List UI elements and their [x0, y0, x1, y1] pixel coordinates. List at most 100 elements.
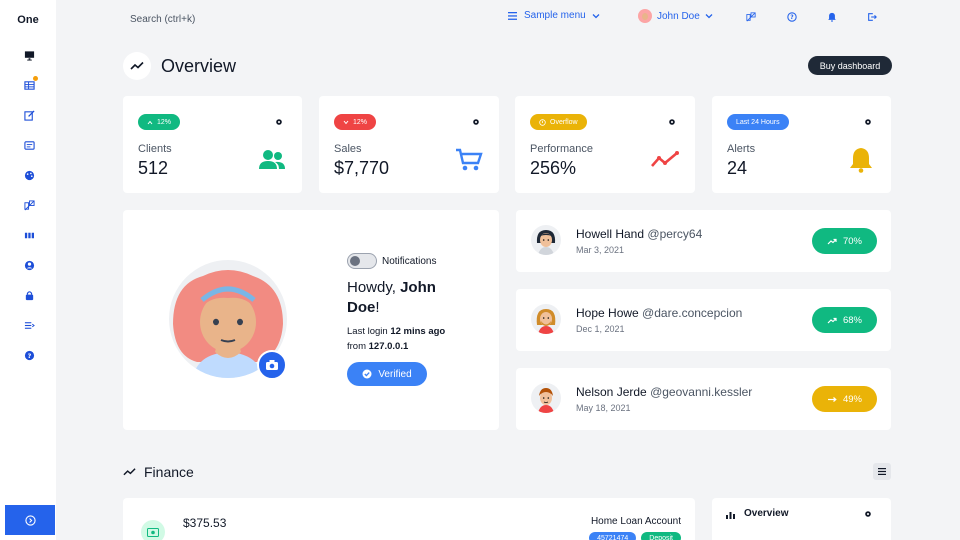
sidebar-item-about[interactable]: ? [18, 345, 40, 365]
trend-icon [123, 468, 136, 476]
last-login-prefix: Last login [347, 326, 391, 337]
sidebar-item-profile[interactable] [18, 255, 40, 275]
stat-label: Clients [138, 143, 172, 155]
chevron-down-icon [592, 13, 600, 18]
buy-dashboard-button[interactable]: Buy dashboard [808, 56, 892, 75]
gear-icon [669, 119, 675, 125]
sidebar-item-tables[interactable] [18, 75, 40, 95]
sidebar-item-ui[interactable] [18, 135, 40, 155]
avatar [638, 9, 652, 23]
arrow-right-icon [827, 396, 837, 402]
sidebar-item-pages[interactable] [18, 225, 40, 245]
logout-button[interactable] [866, 11, 878, 23]
sidebar-item-dropdown[interactable] [18, 315, 40, 335]
topbar: Sample menu John Doe ? [56, 0, 960, 36]
svg-text:?: ? [790, 15, 793, 21]
account-number-chip: 45721474 [589, 532, 637, 540]
camera-icon [266, 360, 278, 370]
person-date: Dec 1, 2021 [576, 324, 625, 334]
trending-up-icon [827, 238, 837, 244]
person-name-line: Hope Howe @dare.concepcion [576, 306, 742, 320]
columns-icon [24, 232, 34, 238]
gear-icon [865, 119, 871, 125]
trending-up-icon [827, 317, 837, 323]
chevron-down-icon [705, 14, 713, 19]
stat-card-alerts: Last 24 Hours Alerts 24 [712, 96, 891, 193]
sidebar-item-dashboard[interactable] [18, 45, 40, 65]
notification-dot [33, 76, 38, 81]
sidebar-item-login[interactable] [18, 285, 40, 305]
help-button[interactable]: ? [786, 11, 798, 23]
palette-icon [24, 170, 34, 180]
card-settings-button[interactable] [270, 114, 288, 130]
trend-badge: Overflow [530, 114, 587, 130]
stat-card-performance: Overflow Performance 256% [515, 96, 695, 193]
section-title: Finance [144, 464, 194, 480]
cart-icon [456, 148, 483, 171]
finance-menu-button[interactable] [873, 463, 891, 480]
check-circle-icon [362, 369, 372, 379]
avatar [531, 383, 561, 413]
notifications-label: Notifications [382, 256, 437, 267]
last-login-time: 12 mins ago [390, 326, 446, 337]
sample-menu-label: Sample menu [524, 10, 586, 21]
transaction-chips: 45721474 Deposit [589, 532, 681, 540]
card-settings-button[interactable] [663, 114, 681, 130]
person-name: Hope Howe [576, 306, 639, 320]
gear-icon [865, 511, 871, 517]
transaction-account: Home Loan Account [590, 516, 681, 527]
trend-button[interactable]: 68% [812, 307, 877, 333]
sidebar-item-styles[interactable] [18, 165, 40, 185]
sample-menu-button[interactable]: Sample menu [508, 10, 600, 21]
sidebar-item-forms[interactable] [18, 105, 40, 125]
responsive-icon [746, 12, 756, 22]
transaction-amount: $375.53 [183, 516, 227, 530]
edit-icon [23, 109, 35, 121]
greeting-prefix: Howdy, [347, 279, 401, 296]
person-name: Nelson Jerde [576, 385, 647, 399]
finance-overview-card: Overview [712, 498, 891, 540]
login-ip: 127.0.0.1 [368, 341, 409, 352]
badge-label: Overflow [550, 118, 578, 126]
card-settings-button[interactable] [467, 114, 485, 130]
person-date: May 18, 2021 [576, 403, 631, 413]
account-icon [24, 260, 34, 270]
trend-badge: Last 24 Hours [727, 114, 789, 130]
theme-toggle-button[interactable] [745, 11, 757, 23]
card-settings-button[interactable] [859, 114, 877, 130]
bell-icon [850, 148, 872, 173]
user-menu-button[interactable]: John Doe [638, 9, 713, 23]
svg-text:?: ? [27, 351, 31, 359]
logout-icon [868, 13, 877, 21]
search-input[interactable] [130, 11, 350, 27]
responsive-icon [23, 199, 35, 210]
trend-icon [123, 52, 151, 80]
person-date: Mar 3, 2021 [576, 245, 625, 255]
lock-icon [25, 290, 33, 300]
stat-card-sales: 12% Sales $7,770 [319, 96, 499, 193]
notifications-button[interactable] [826, 11, 838, 23]
sidebar-item-responsive[interactable] [18, 195, 40, 215]
alert-circle-icon [539, 118, 546, 126]
gear-icon [473, 119, 479, 125]
card-settings-button[interactable] [859, 506, 877, 522]
profile-card: Notifications Howdy, John Doe! Last logi… [123, 210, 499, 430]
verified-button[interactable]: Verified [347, 362, 427, 386]
badge-label: Last 24 Hours [736, 118, 780, 126]
notifications-toggle[interactable] [347, 253, 377, 269]
trend-badge: 12% [138, 114, 181, 130]
monitor-icon [24, 50, 34, 61]
trend-icon [651, 151, 679, 167]
help-circle-icon: ? [787, 12, 797, 22]
badge-label: 12% [353, 118, 368, 126]
trend-button[interactable]: 49% [812, 386, 877, 412]
sidebar-collapse-button[interactable] [5, 505, 55, 535]
transaction-card: $375.53 Home Loan Account 45721474 Depos… [123, 498, 695, 540]
cash-icon [141, 520, 165, 540]
change-photo-button[interactable] [257, 350, 287, 380]
greeting: Howdy, John Doe! [347, 278, 467, 318]
person-handle: @geovanni.kessler [650, 385, 753, 399]
bell-icon [828, 12, 836, 22]
trend-button[interactable]: 70% [812, 228, 877, 254]
gear-icon [276, 119, 282, 125]
